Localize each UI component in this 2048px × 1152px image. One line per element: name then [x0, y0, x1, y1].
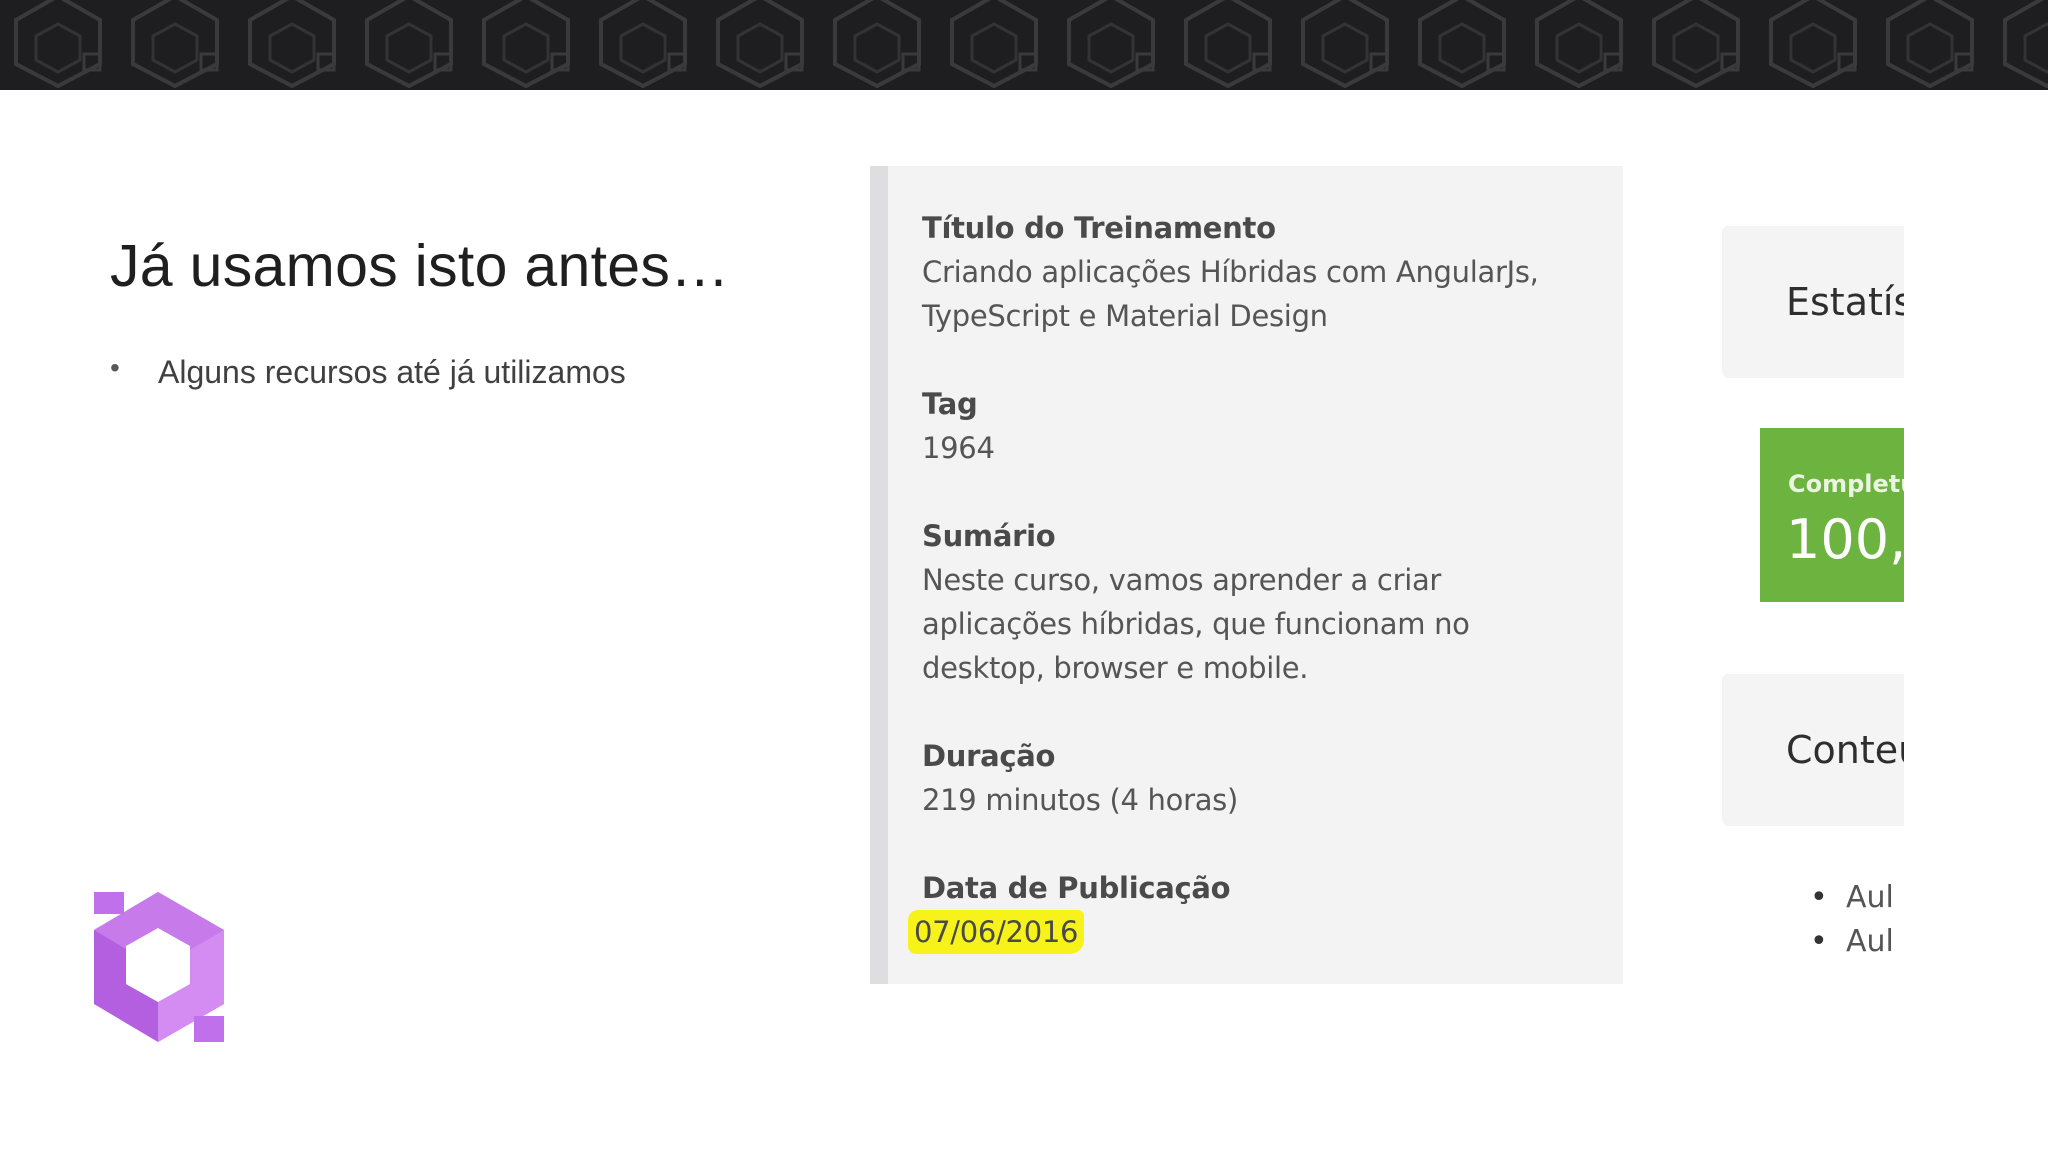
hexagon-pattern — [0, 0, 2048, 90]
field-value-row: 07/06/2016 — [908, 910, 1583, 954]
field-value: Criando aplicações Híbridas com AngularJ… — [922, 255, 1539, 289]
field-value: 219 minutos (4 horas) — [922, 783, 1238, 817]
completion-label: Completu — [1788, 470, 1904, 498]
field-training-title: Título do Treinamento Criando aplicações… — [922, 206, 1583, 338]
bullet-list: • Alguns recursos até já utilizamos — [110, 352, 626, 391]
course-details-screenshot: Título do Treinamento Criando aplicações… — [870, 166, 1623, 984]
content-card: Conteu — [1722, 674, 1904, 826]
lesson-list: Aul Aul — [1810, 876, 1894, 964]
field-duration: Duração 219 minutos (4 horas) — [922, 734, 1583, 822]
field-value: 1964 — [922, 431, 995, 465]
field-label: Duração — [922, 739, 1056, 773]
bullet-icon: • — [110, 352, 120, 383]
side-panel: Estatís Completu 100,( Conteu Aul Aul — [1722, 226, 1904, 984]
completion-card: Completu 100,( — [1760, 428, 1904, 602]
completion-value: 100,( — [1786, 508, 1904, 571]
hexagon-logo-icon — [94, 892, 224, 1042]
lesson-item[interactable]: Aul — [1810, 876, 1894, 920]
lesson-item[interactable]: Aul — [1810, 920, 1894, 964]
stats-title: Estatís — [1786, 280, 1904, 324]
field-tag: Tag 1964 — [922, 382, 1583, 470]
field-value: desktop, browser e mobile. — [922, 651, 1309, 685]
stats-card: Estatís — [1722, 226, 1904, 378]
field-value: TypeScript e Material Design — [922, 299, 1328, 333]
highlighted-date: 07/06/2016 — [908, 910, 1085, 954]
field-label: Data de Publicação — [922, 871, 1231, 905]
field-label: Tag — [922, 387, 978, 421]
field-value: aplicações híbridas, que funcionam no — [922, 607, 1470, 641]
logo — [90, 888, 230, 1049]
slide-title: Já usamos isto antes… — [110, 233, 730, 299]
bullet-item: • Alguns recursos até já utilizamos — [110, 352, 626, 391]
top-banner — [0, 0, 2048, 90]
panel-border — [870, 166, 888, 984]
content-title: Conteu — [1786, 728, 1904, 772]
field-summary: Sumário Neste curso, vamos aprender a cr… — [922, 514, 1583, 690]
field-label: Sumário — [922, 519, 1056, 553]
field-label: Título do Treinamento — [922, 211, 1276, 245]
field-value: Neste curso, vamos aprender a criar — [922, 563, 1442, 597]
bullet-text: Alguns recursos até já utilizamos — [158, 354, 626, 390]
field-publication-date: Data de Publicação 07/06/2016 — [908, 866, 1583, 954]
